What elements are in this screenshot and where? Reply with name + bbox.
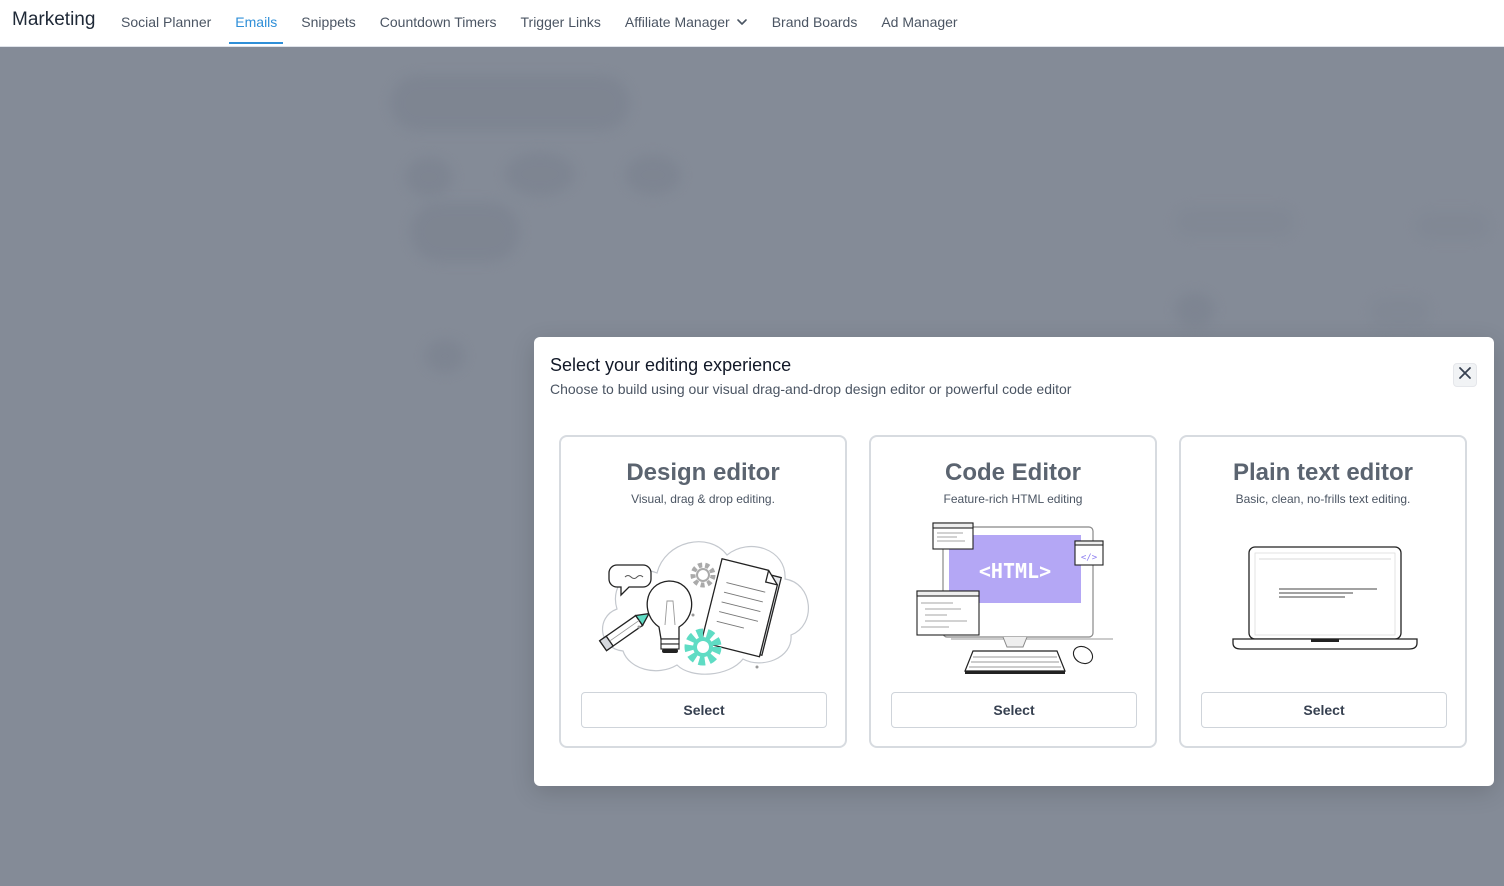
- skeleton-blob: [405, 157, 453, 197]
- skeleton-blob: [390, 75, 630, 131]
- tab-ad-manager[interactable]: Ad Manager: [869, 0, 969, 44]
- tab-brand-boards[interactable]: Brand Boards: [760, 0, 870, 44]
- skeleton-blob: [1175, 207, 1295, 237]
- skeleton-blob: [625, 155, 681, 195]
- tab-emails[interactable]: Emails: [223, 0, 289, 44]
- code-tag-text: </>: [1081, 553, 1098, 563]
- code-editor-card[interactable]: Code Editor Feature-rich HTML editing <H…: [869, 435, 1157, 748]
- close-icon: [1458, 366, 1472, 385]
- tab-label: Countdown Timers: [379, 14, 497, 30]
- card-description: Basic, clean, no-frills text editing.: [1235, 492, 1411, 506]
- tab-countdown-timers[interactable]: Countdown Timers: [368, 0, 509, 44]
- tab-snippets[interactable]: Snippets: [289, 0, 367, 44]
- plain-text-editor-card[interactable]: Plain text editor Basic, clean, no-frill…: [1179, 435, 1467, 748]
- modal-title: Select your editing experience: [550, 355, 792, 375]
- select-code-editor-button[interactable]: Select: [891, 692, 1137, 728]
- design-editor-card[interactable]: Design editor Visual, drag & drop editin…: [559, 435, 847, 748]
- top-navigation-bar: Marketing Social Planner Emails Snippets…: [0, 0, 1504, 47]
- skeleton-blob: [1175, 292, 1215, 328]
- card-title: Design editor: [626, 459, 780, 486]
- card-title: Code Editor: [945, 459, 1081, 486]
- chevron-down-icon: [736, 16, 748, 28]
- skeleton-blob: [1370, 297, 1430, 327]
- modal-subtitle: Choose to build using our visual drag-an…: [550, 381, 1072, 397]
- card-title: Plain text editor: [1232, 459, 1414, 486]
- select-design-editor-button[interactable]: Select: [581, 692, 827, 728]
- editor-selection-modal: Select your editing experience Choose to…: [534, 337, 1494, 786]
- card-description: Feature-rich HTML editing: [943, 492, 1083, 506]
- tab-social-planner[interactable]: Social Planner: [109, 0, 223, 44]
- tab-label: Snippets: [301, 14, 356, 30]
- tab-label: Trigger Links: [520, 14, 601, 30]
- tab-label: Social Planner: [121, 14, 212, 30]
- skeleton-blob: [425, 339, 465, 373]
- tab-trigger-links[interactable]: Trigger Links: [509, 0, 613, 44]
- close-button[interactable]: [1453, 363, 1477, 387]
- design-illustration: [581, 519, 829, 679]
- tab-label: Brand Boards: [771, 14, 858, 30]
- app-title: Marketing: [12, 9, 96, 30]
- laptop-illustration: [1201, 519, 1449, 679]
- skeleton-blob: [1415, 212, 1490, 240]
- select-plain-text-editor-button[interactable]: Select: [1201, 692, 1447, 728]
- tab-label: Ad Manager: [881, 14, 958, 30]
- tab-label: Affiliate Manager: [624, 14, 730, 30]
- code-illustration: <HTML> </>: [891, 519, 1139, 679]
- tab-affiliate-manager[interactable]: Affiliate Manager: [613, 0, 760, 44]
- skeleton-blob: [505, 152, 575, 196]
- html-screen-text: <HTML>: [979, 559, 1051, 583]
- nav-tabs: Social Planner Emails Snippets Countdown…: [109, 0, 970, 46]
- tab-label: Emails: [235, 14, 278, 30]
- card-description: Visual, drag & drop editing.: [631, 492, 775, 506]
- skeleton-blob: [410, 202, 520, 262]
